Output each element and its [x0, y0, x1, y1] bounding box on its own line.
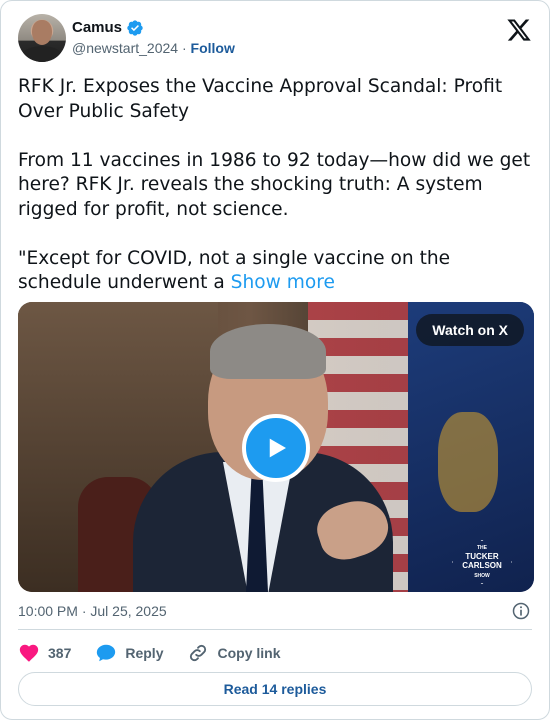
like-button[interactable]: 387 — [18, 642, 71, 664]
copy-link-label: Copy link — [217, 645, 281, 661]
tweet-card: Camus @newstart_2024 · Follow RFK Jr. Ex… — [0, 0, 550, 720]
tweet-text: RFK Jr. Exposes the Vaccine Approval Sca… — [18, 75, 533, 296]
watermark-line2: CARLSON — [462, 561, 502, 570]
play-icon — [269, 438, 286, 458]
reply-button[interactable]: Reply — [95, 642, 163, 664]
watermark-line1: TUCKER — [465, 552, 499, 561]
like-count: 387 — [48, 645, 72, 661]
play-button[interactable] — [242, 414, 310, 482]
show-more-link[interactable]: Show more — [231, 272, 335, 293]
tweet-body: RFK Jr. Exposes the Vaccine Approval Sca… — [18, 76, 531, 293]
divider — [18, 629, 532, 630]
copy-link-button[interactable]: Copy link — [187, 642, 281, 664]
timestamp[interactable]: 10:00 PM · Jul 25, 2025 — [18, 602, 167, 620]
info-icon[interactable] — [511, 601, 531, 621]
tweet-header: Camus @newstart_2024 · Follow — [18, 13, 532, 63]
video-thumbnail[interactable]: Watch on X THE TUCKER CARLSON SHOW — [18, 302, 534, 592]
show-watermark-logo: THE TUCKER CARLSON SHOW — [444, 540, 520, 584]
author-handle[interactable]: @newstart_2024 — [72, 40, 178, 56]
watch-on-x-button[interactable]: Watch on X — [416, 314, 524, 346]
separator: · — [178, 40, 191, 56]
link-icon — [190, 644, 207, 662]
handle-row: @newstart_2024 · Follow — [72, 39, 235, 57]
author-name[interactable]: Camus — [72, 19, 122, 37]
reply-label: Reply — [125, 645, 164, 661]
speech-bubble-icon — [97, 644, 116, 662]
avatar[interactable] — [18, 14, 66, 62]
read-replies-button[interactable]: Read 14 replies — [18, 672, 532, 706]
follow-button[interactable]: Follow — [191, 40, 235, 56]
x-logo-icon[interactable] — [506, 17, 532, 43]
watermark-bottom: SHOW — [474, 573, 490, 579]
heart-icon — [19, 644, 39, 662]
user-info: Camus @newstart_2024 · Follow — [72, 19, 235, 57]
verified-badge-icon — [127, 20, 143, 36]
action-bar: 387 Reply Copy link — [18, 641, 305, 665]
